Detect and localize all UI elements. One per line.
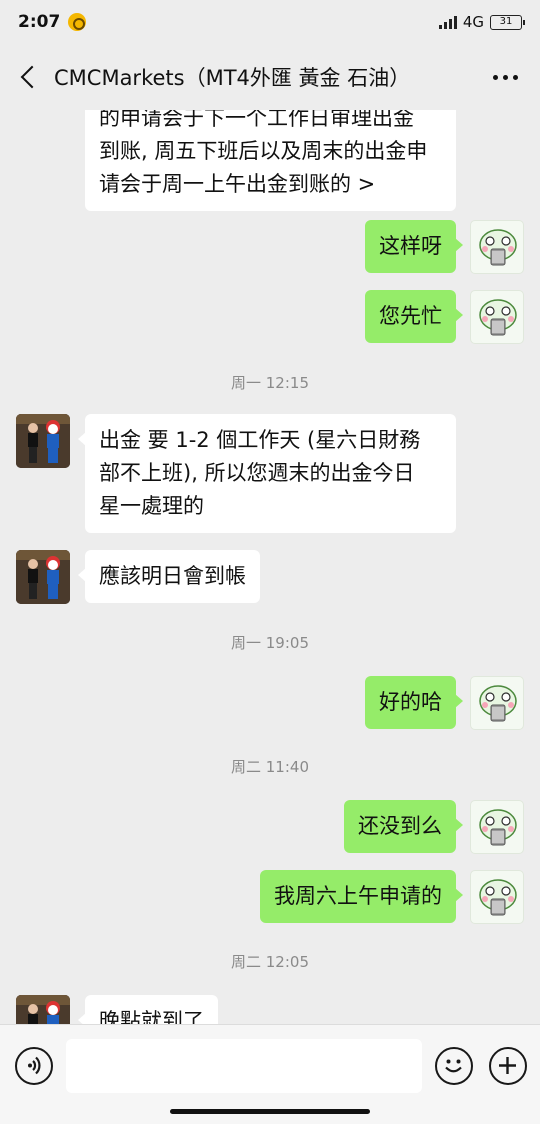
avatar-peer[interactable] — [16, 995, 70, 1024]
back-icon[interactable] — [14, 62, 44, 92]
frog-avatar-icon — [479, 229, 517, 266]
status-icons: 4G 31 — [438, 13, 525, 31]
chat-title: CMCMarkets（MT4外匯 黃金 石油） — [54, 66, 411, 90]
message-bubble-incoming[interactable]: 晚點就到了 — [78, 995, 218, 1024]
signal-icon — [438, 15, 457, 29]
frog-avatar-icon — [479, 879, 517, 916]
avatar-self[interactable] — [470, 870, 524, 924]
avatar-peer[interactable] — [16, 550, 70, 604]
timestamp: 周一 19:05 — [231, 634, 309, 652]
message-bubble-outgoing[interactable]: 我周六上午申请的 — [260, 870, 463, 923]
avatar-self[interactable] — [470, 220, 524, 274]
timestamp: 周一 12:15 — [231, 374, 309, 392]
avatar-self[interactable] — [470, 676, 524, 730]
message-bubble-outgoing[interactable]: 好的哈 — [365, 676, 463, 729]
timestamp: 周二 12:05 — [231, 953, 309, 971]
peer-photo-icon — [16, 550, 70, 604]
message-bubble-outgoing[interactable]: 这样呀 — [365, 220, 463, 273]
status-time: 2:07 — [18, 12, 61, 32]
avatar-self[interactable] — [470, 290, 524, 344]
message-bubble-incoming[interactable]: 的申请会于下一个工作日审理出金 到账, 周五下班后以及周末的出金申 请会于周一上… — [85, 110, 456, 211]
message-bubble-outgoing[interactable]: 还没到么 — [344, 800, 463, 853]
message-bubble-incoming[interactable]: 出金 要 1-2 個工作天 (星六日財務 部不上班), 所以您週末的出金今日 星… — [78, 414, 456, 533]
message-input[interactable] — [66, 1039, 422, 1093]
chat-header: CMCMarkets（MT4外匯 黃金 石油） — [0, 44, 540, 110]
more-icon[interactable] — [485, 67, 526, 88]
voice-icon[interactable] — [15, 1047, 53, 1085]
peer-photo-icon — [16, 995, 70, 1024]
message-list[interactable]: 的申请会于下一个工作日审理出金 到账, 周五下班后以及周末的出金申 请会于周一上… — [0, 110, 540, 1024]
message-bubble-incoming[interactable]: 應該明日會到帳 — [78, 550, 260, 603]
plus-icon[interactable] — [489, 1047, 527, 1085]
frog-avatar-icon — [479, 685, 517, 722]
timestamp: 周二 11:40 — [231, 758, 309, 776]
notification-app-icon — [68, 13, 87, 31]
avatar-peer[interactable] — [16, 414, 70, 468]
frog-avatar-icon — [479, 299, 517, 336]
status-bar: 2:07 4G 31 — [0, 0, 540, 44]
peer-photo-icon — [16, 414, 70, 468]
battery-icon: 31 — [490, 14, 525, 30]
network-type: 4G — [462, 13, 484, 31]
emoji-icon[interactable] — [435, 1047, 473, 1085]
home-indicator[interactable] — [170, 1109, 370, 1114]
avatar-self[interactable] — [470, 800, 524, 854]
frog-avatar-icon — [479, 809, 517, 846]
message-bubble-outgoing[interactable]: 您先忙 — [365, 290, 463, 343]
